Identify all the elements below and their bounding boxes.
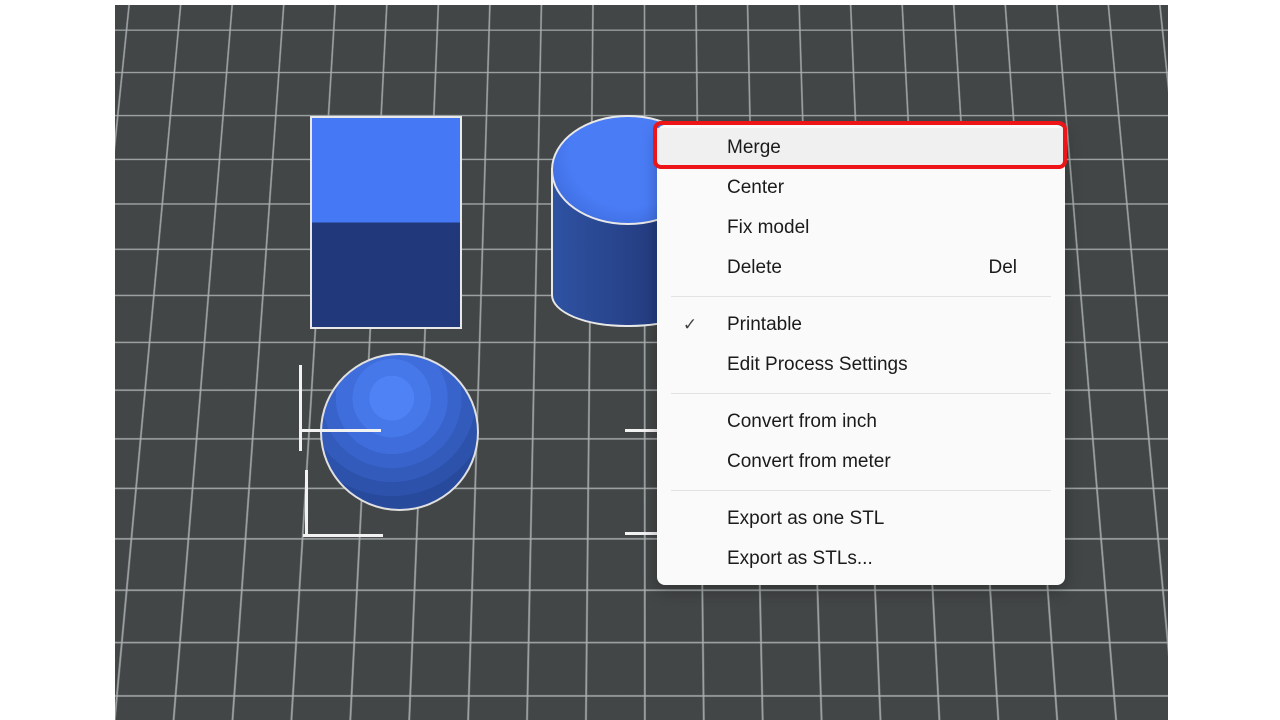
checkmark-icon: ✓ [679, 315, 701, 335]
menu-item-convert-from-meter[interactable]: Convert from meter [657, 442, 1065, 482]
selection-bracket-line [305, 470, 308, 537]
menu-item-center[interactable]: Center [657, 168, 1065, 208]
3d-viewport[interactable]: Merge Center Fix model Delete Del ✓ Printable E… [115, 5, 1168, 720]
menu-item-label: Convert from inch [727, 411, 877, 433]
menu-item-printable[interactable]: ✓ Printable [657, 305, 1065, 345]
selection-bracket-line [303, 534, 383, 537]
selection-bracket-line [299, 429, 381, 432]
menu-item-label: Convert from meter [727, 451, 891, 473]
selection-bracket-line [299, 365, 302, 451]
menu-item-label: Center [727, 177, 784, 199]
menu-item-label: Export as one STL [727, 508, 884, 530]
menu-separator [671, 490, 1051, 491]
menu-item-delete[interactable]: Delete Del [657, 248, 1065, 288]
menu-item-export-as-stls[interactable]: Export as STLs... [657, 539, 1065, 579]
menu-item-merge[interactable]: Merge [657, 128, 1065, 168]
cube-object[interactable] [310, 116, 462, 329]
sphere-object[interactable] [320, 353, 479, 511]
menu-item-label: Fix model [727, 217, 809, 239]
menu-item-fix-model[interactable]: Fix model [657, 208, 1065, 248]
menu-separator [671, 393, 1051, 394]
app-root: { "scene": { "background_color": "#43464… [0, 0, 1280, 720]
menu-separator [671, 296, 1051, 297]
context-menu: Merge Center Fix model Delete Del ✓ Printable E… [657, 125, 1065, 585]
menu-item-shortcut: Del [988, 257, 1017, 279]
menu-item-label: Delete [727, 257, 782, 279]
menu-item-export-as-one-stl[interactable]: Export as one STL [657, 499, 1065, 539]
menu-item-convert-from-inch[interactable]: Convert from inch [657, 402, 1065, 442]
menu-item-edit-process-settings[interactable]: Edit Process Settings [657, 345, 1065, 385]
menu-item-label: Edit Process Settings [727, 354, 908, 376]
selection-bracket-line [625, 532, 661, 535]
selection-bracket-line [625, 429, 661, 432]
menu-item-label: Export as STLs... [727, 548, 873, 570]
menu-item-label: Printable [727, 314, 802, 336]
menu-item-label: Merge [727, 137, 781, 159]
